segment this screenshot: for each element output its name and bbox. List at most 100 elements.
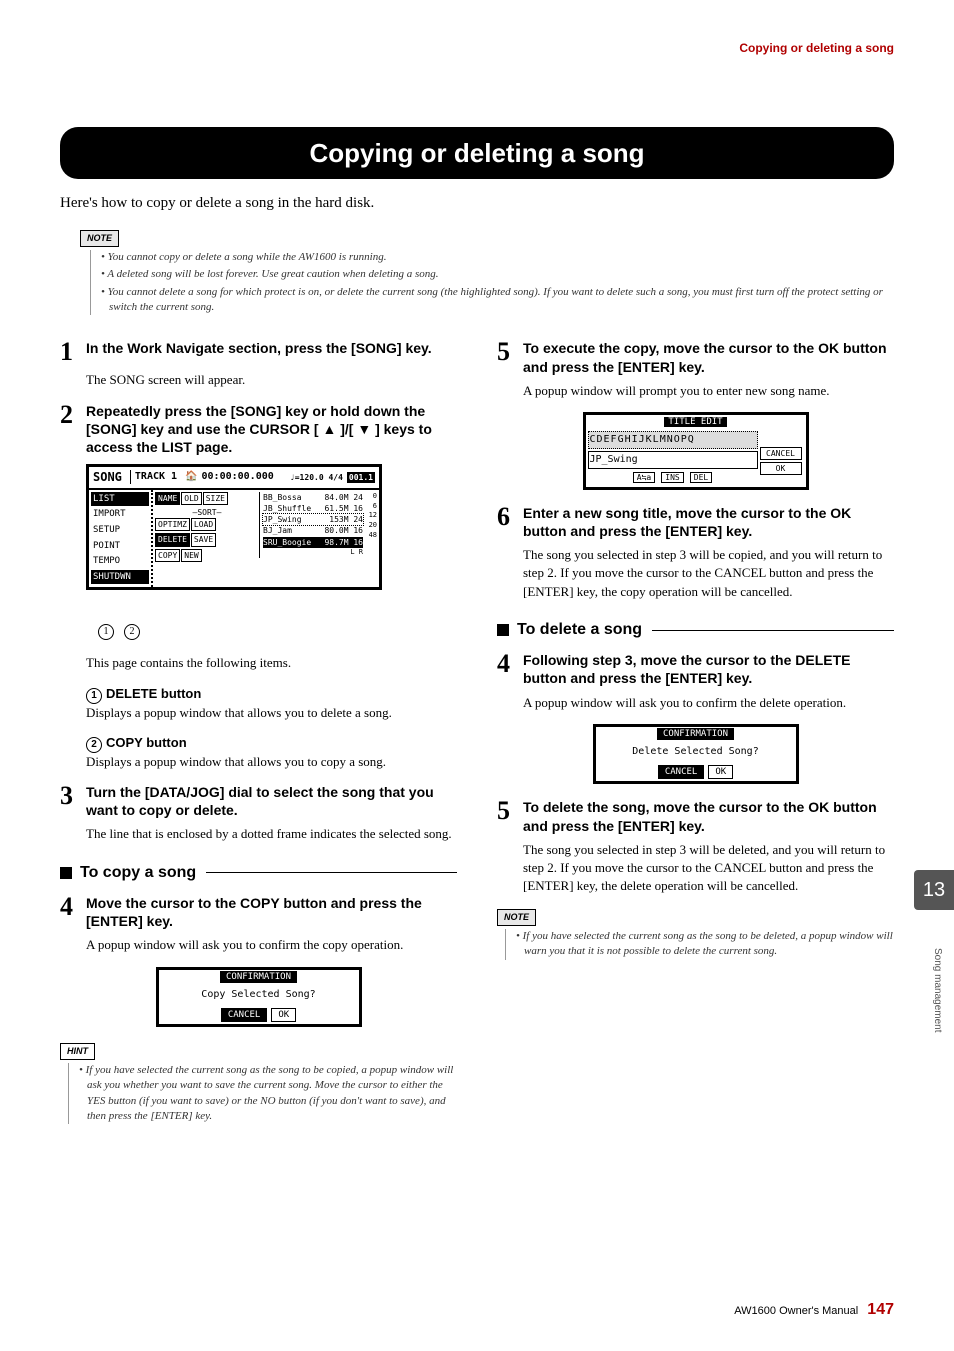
side-tab: SHUTDWN [91, 570, 149, 585]
popup-title-edit: TITLE EDIT CDEFGHIJKLMNOPQ JP_Swing A≒a … [583, 412, 809, 490]
step-number: 5 [497, 798, 523, 824]
te-btn: A≒a [633, 472, 655, 483]
item-title: DELETE button [106, 686, 201, 701]
step-head: To delete the song, move the cursor to t… [523, 798, 894, 834]
callout-1: 1 [98, 624, 114, 640]
note-2: A deleted song will be lost forever. Use… [107, 268, 438, 280]
note-label: NOTE [497, 909, 536, 926]
popup-ok: OK [271, 1008, 296, 1023]
step-number: 1 [60, 339, 86, 365]
note-1: You cannot copy or delete a song while t… [108, 251, 387, 263]
scr-btn: LOAD [191, 518, 216, 531]
step-number: 2 [60, 402, 86, 428]
song-size: 84.0M 24 [324, 492, 363, 503]
popup-msg: Copy Selected Song? [159, 984, 359, 1006]
popup-cancel: CANCEL [658, 765, 705, 780]
note-3: You cannot delete a song for which prote… [108, 286, 883, 313]
scr-btn: SAVE [191, 533, 216, 546]
popup-copy-confirm: CONFIRMATION Copy Selected Song? CANCELO… [156, 967, 362, 1028]
scr-btn-copy: COPY [155, 549, 180, 562]
screen-tempo: ♩=120.0 4/4 [290, 472, 343, 483]
step-head: Enter a new song title, move the cursor … [523, 504, 894, 540]
song-size: 80.0M 16 [324, 525, 363, 536]
note-text: If you have selected the current song as… [523, 930, 893, 957]
section-square-icon [497, 624, 509, 636]
item-body: Displays a popup window that allows you … [86, 753, 457, 771]
section-square-icon [60, 867, 72, 879]
step-body: A popup window will prompt you to enter … [523, 382, 894, 400]
screen-title: SONG [93, 469, 122, 486]
side-chapter-label: Song management [930, 930, 944, 1050]
step-body: The SONG screen will appear. [86, 371, 457, 389]
step-number: 4 [60, 894, 86, 920]
side-tab: SETUP [91, 523, 149, 538]
item-title: COPY button [106, 735, 187, 750]
step-head: Turn the [DATA/JOG] dial to select the s… [86, 783, 457, 819]
lr-val: 48 [363, 531, 377, 541]
side-tab: IMPORT [91, 507, 149, 522]
step-head: Repeatedly press the [SONG] key or hold … [86, 402, 457, 457]
lr-val: 12 [363, 511, 377, 521]
side-tab: TEMPO [91, 554, 149, 569]
step-head: Following step 3, move the cursor to the… [523, 651, 894, 687]
screen-counter: 00:00:00.000 [202, 470, 274, 484]
song-size: 98.7M 16 [324, 537, 363, 548]
hint-block: • If you have selected the current song … [68, 1063, 457, 1125]
te-cancel: CANCEL [760, 447, 802, 460]
lr-val: 0 [363, 492, 377, 502]
step-head: In the Work Navigate section, press the … [86, 339, 432, 357]
step-number: 4 [497, 651, 523, 677]
page-title-band: Copying or deleting a song [60, 127, 894, 179]
song-size: 153M 24 [329, 514, 363, 525]
side-tab-list: LIST [91, 492, 149, 507]
items-intro: This page contains the following items. [86, 654, 457, 672]
step-body: The song you selected in step 3 will be … [523, 841, 894, 896]
hint-label: HINT [60, 1043, 95, 1060]
side-tab: POINT [91, 539, 149, 554]
popup-delete-confirm: CONFIRMATION Delete Selected Song? CANCE… [593, 724, 799, 785]
sort-label: SORT [197, 508, 216, 517]
meter-label: L R [263, 548, 363, 558]
scr-btn: OLD [181, 492, 201, 505]
screen-track: TRACK 1 [130, 470, 177, 484]
note-block-2: • If you have selected the current song … [505, 929, 894, 960]
popup-cancel: CANCEL [221, 1008, 268, 1023]
note-label: NOTE [80, 230, 119, 247]
song-row-selected: JP_Swing [263, 514, 302, 525]
page-number: 147 [867, 1301, 894, 1318]
title-input: JP_Swing [588, 451, 758, 469]
scr-btn: SIZE [203, 492, 228, 505]
scr-btn: NAME [155, 492, 180, 505]
scr-btn: OPTIMZ [155, 518, 190, 531]
screen-bar: 001.1 [347, 472, 375, 483]
step-body: A popup window will ask you to confirm t… [86, 936, 457, 954]
lr-val: 6 [363, 502, 377, 512]
intro-text: Here's how to copy or delete a song in t… [60, 193, 894, 214]
section-title: To copy a song [80, 862, 196, 884]
step-body: The song you selected in step 3 will be … [523, 546, 894, 601]
scr-btn-delete: DELETE [155, 533, 190, 546]
popup-msg: Delete Selected Song? [596, 741, 796, 763]
step-number: 6 [497, 504, 523, 530]
header-section-title: Copying or deleting a song [60, 40, 894, 57]
popup-ok: OK [708, 765, 733, 780]
lr-val: 20 [363, 521, 377, 531]
popup-title: CONFIRMATION [220, 971, 297, 984]
song-row-hl: SRU_Boogie [263, 537, 311, 548]
step-body: The line that is enclosed by a dotted fr… [86, 825, 457, 843]
step-number: 5 [497, 339, 523, 365]
item-body: Displays a popup window that allows you … [86, 704, 457, 722]
step-number: 3 [60, 783, 86, 809]
song-row: BB_Bossa [263, 492, 302, 503]
footer: AW1600 Owner's Manual 147 [734, 1299, 894, 1321]
callout-2: 2 [124, 624, 140, 640]
char-row: CDEFGHIJKLMNOPQ [588, 431, 758, 449]
te-btn: DEL [690, 472, 712, 483]
song-row: BJ_Jam [263, 525, 292, 536]
enc-num: 1 [86, 688, 102, 704]
footer-model: AW1600 Owner's Manual [734, 1305, 858, 1317]
section-title: To delete a song [517, 619, 642, 641]
te-btn: INS [661, 472, 683, 483]
scr-btn: NEW [181, 549, 201, 562]
popup-title: CONFIRMATION [657, 728, 734, 741]
